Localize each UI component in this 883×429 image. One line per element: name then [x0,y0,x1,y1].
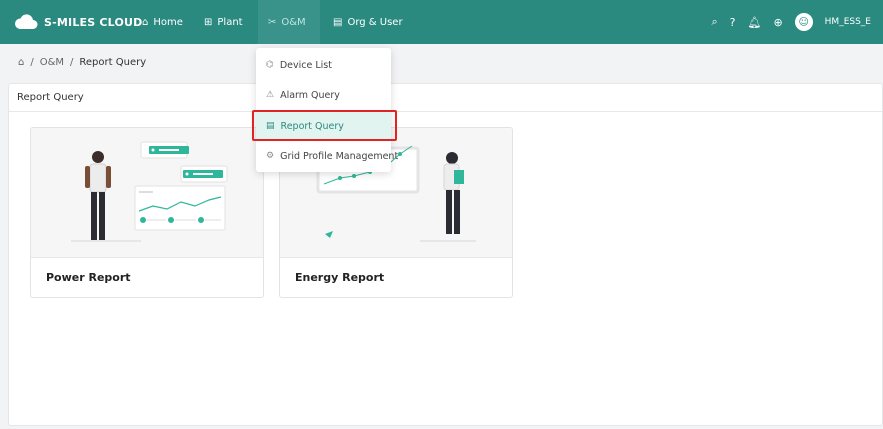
plant-icon: ⊞ [204,16,213,28]
menu-item-grid-profile[interactable]: ⚙ Grid Profile Management [256,141,398,171]
device-icon: ⌬ [266,60,274,70]
header-actions: ⌕ ? 🔔︎ ⊕ ☺ HM_ESS_E [711,0,871,44]
nav-home[interactable]: ⌂ Home [142,0,183,44]
breadcrumb-current: Report Query [79,57,147,68]
top-navbar: S-MILES CLOUD ⌂ Home ⊞ Plant ✂ O&M ▤ Org… [0,0,883,44]
breadcrumb-sep: / [30,57,34,68]
globe-icon[interactable]: ⊕ [773,16,782,29]
nav-org-user[interactable]: ▤ Org & User [333,0,403,44]
brand-name: S-MILES CLOUD [44,15,143,29]
search-icon[interactable]: ⌕ [711,15,717,29]
power-report-illustration [31,128,263,258]
home-icon: ⌂ [142,16,149,28]
menu-item-label: Alarm Query [280,89,340,101]
grid-icon: ⚙ [266,151,275,161]
menu-item-label: Device List [279,59,332,71]
org-icon: ▤ [333,16,343,28]
power-report-card[interactable]: Power Report [30,127,264,298]
username[interactable]: HM_ESS_E [825,17,871,27]
help-icon[interactable]: ? [730,16,736,29]
panel-title: Report Query [9,84,882,112]
menu-item-device-list[interactable]: ⌬ Device List [256,50,391,80]
cloud-icon [14,14,38,29]
alarm-icon: ⚠ [266,90,275,100]
app-logo[interactable]: S-MILES CLOUD [14,10,143,34]
nav-plant-label: Plant [217,16,243,28]
home-icon[interactable]: ⌂ [18,57,24,68]
breadcrumb: ⌂ / O&M / Report Query [18,57,146,68]
breadcrumb-parent[interactable]: O&M [40,57,64,68]
nav-plant[interactable]: ⊞ Plant [204,0,243,44]
nav-org-label: Org & User [347,16,403,28]
nav-om-label: O&M [281,16,306,28]
breadcrumb-sep: / [70,57,74,68]
report-query-panel: Report Query Power Report Energy Report [8,83,883,426]
tools-icon: ✂ [268,16,277,28]
bell-icon[interactable]: 🔔︎ [747,16,761,29]
energy-report-title[interactable]: Energy Report [280,258,512,297]
nav-om[interactable]: ✂ O&M [268,0,306,44]
avatar[interactable]: ☺ [794,13,813,31]
power-report-title[interactable]: Power Report [31,258,263,297]
menu-item-alarm-query[interactable]: ⚠ Alarm Query [256,80,391,110]
highlight-box [252,110,397,141]
menu-item-label: Grid Profile Management [280,150,399,162]
nav-home-label: Home [153,16,183,28]
